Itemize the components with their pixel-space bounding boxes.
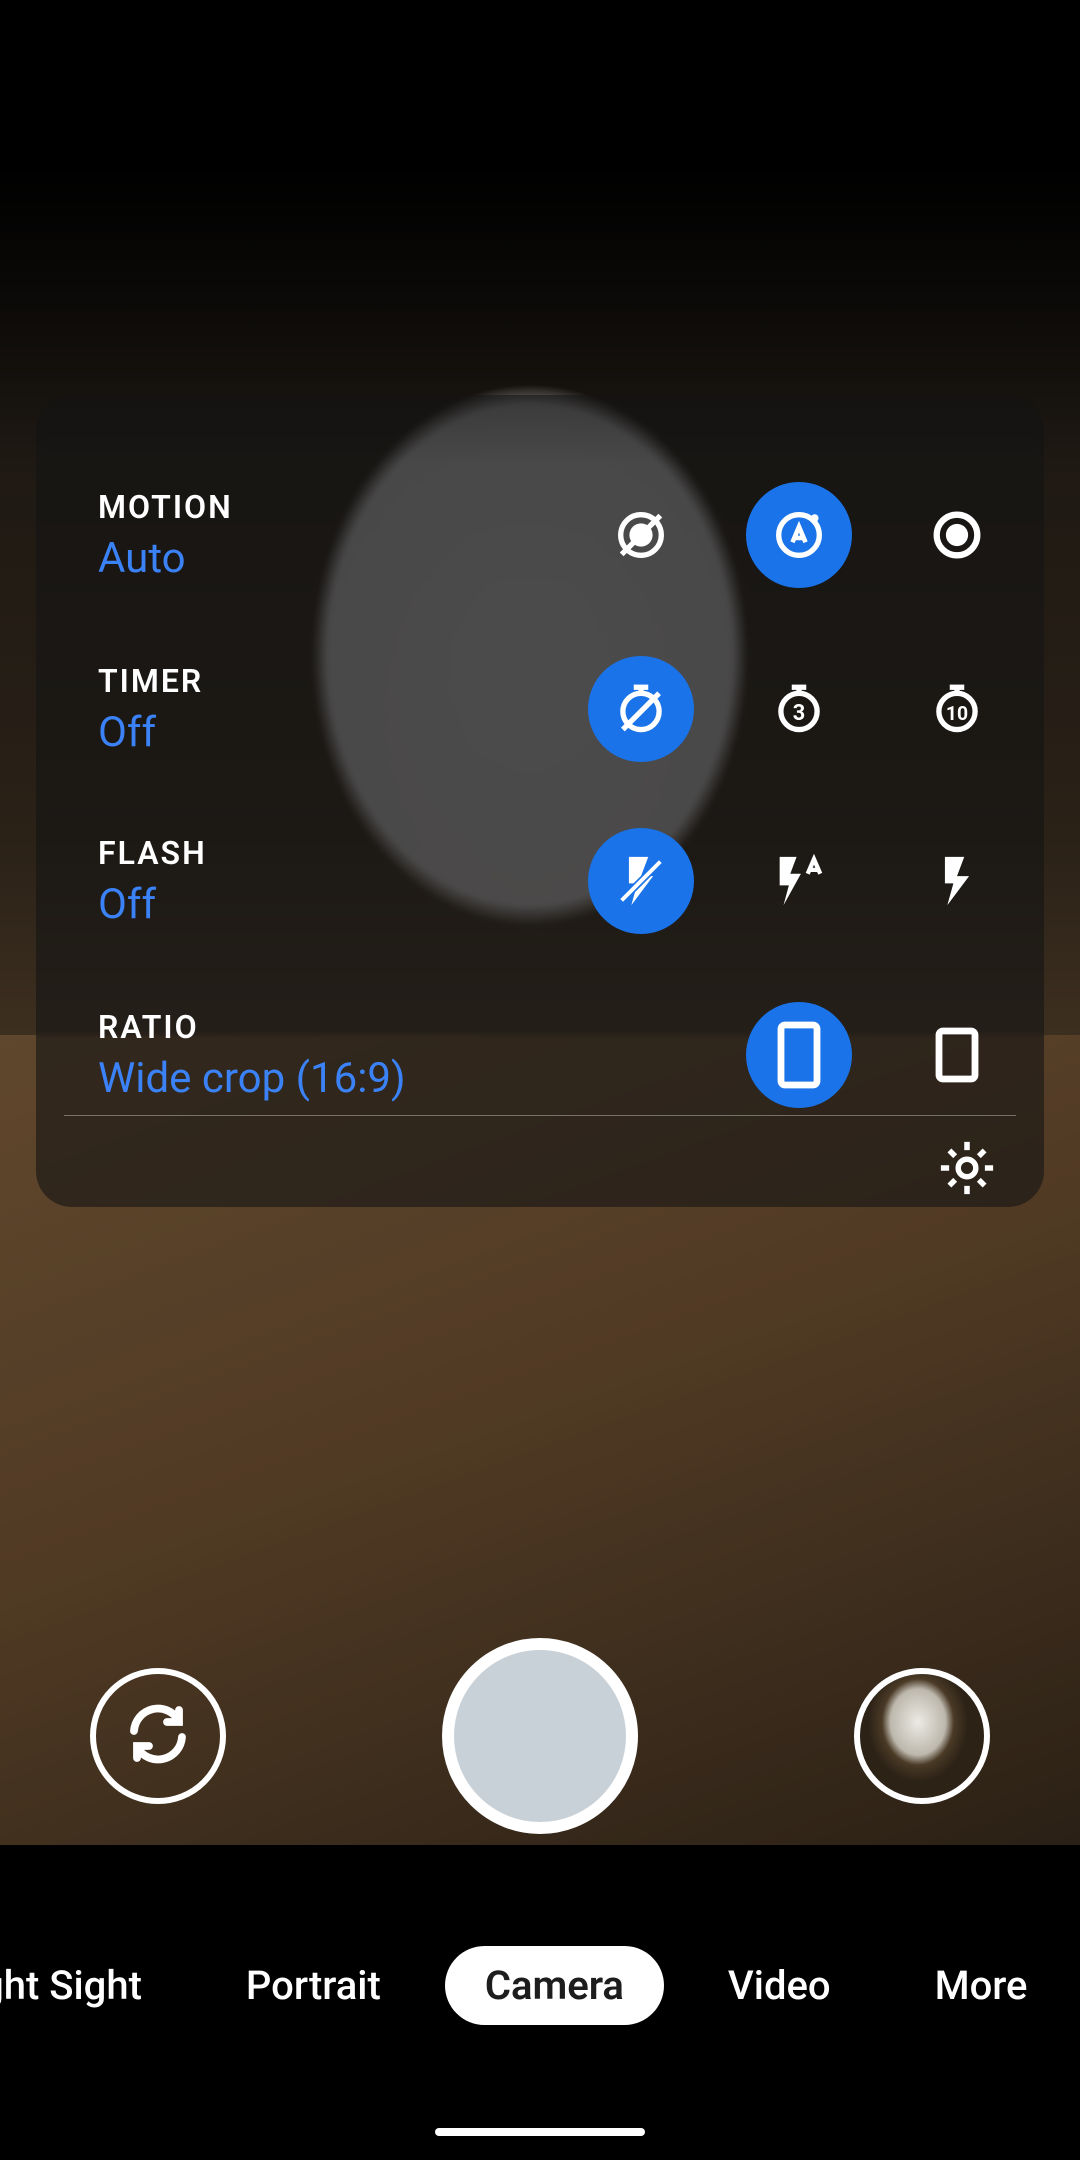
flash-off-icon xyxy=(612,852,670,910)
mode-video[interactable]: Video xyxy=(688,1946,871,2025)
flash-label: FLASH xyxy=(98,834,588,872)
gear-icon xyxy=(934,1186,1000,1205)
timer-3s-icon: 3 xyxy=(770,680,828,738)
motion-on-icon xyxy=(928,506,986,564)
timer-off-icon xyxy=(612,680,670,738)
quick-settings-panel: MOTION Auto xyxy=(36,395,1044,1207)
shutter-button[interactable] xyxy=(442,1638,638,1834)
flash-value: Off xyxy=(98,880,588,929)
motion-option-auto[interactable] xyxy=(746,482,852,588)
flash-on-icon xyxy=(928,852,986,910)
flash-option-off[interactable] xyxy=(588,828,694,934)
ratio-16-9-icon xyxy=(775,1021,823,1089)
timer-row: TIMER Off 3 xyxy=(98,623,1010,795)
nav-home-pill[interactable] xyxy=(435,2128,645,2136)
timer-label: TIMER xyxy=(98,662,588,700)
flash-option-auto[interactable] xyxy=(746,828,852,934)
svg-text:3: 3 xyxy=(793,701,805,726)
ratio-option-4-3[interactable] xyxy=(904,1002,1010,1108)
settings-button[interactable] xyxy=(934,1135,1000,1201)
gallery-thumbnail-button[interactable] xyxy=(854,1668,990,1804)
motion-auto-icon xyxy=(770,506,828,564)
motion-option-on[interactable] xyxy=(904,482,1010,588)
ratio-label: RATIO xyxy=(98,1008,746,1046)
timer-10s-icon: 10 xyxy=(928,680,986,738)
svg-text:10: 10 xyxy=(946,702,968,725)
motion-row: MOTION Auto xyxy=(98,449,1010,621)
mode-strip[interactable]: Night Sight Portrait Camera Video More xyxy=(0,1930,1080,2040)
mode-more[interactable]: More xyxy=(895,1946,1080,2025)
flash-row: FLASH Off xyxy=(98,795,1010,967)
mode-portrait[interactable]: Portrait xyxy=(206,1946,421,2025)
motion-label: MOTION xyxy=(98,488,588,526)
switch-camera-icon xyxy=(122,1698,194,1774)
timer-option-off[interactable] xyxy=(588,656,694,762)
motion-value: Auto xyxy=(98,534,588,583)
ratio-4-3-icon xyxy=(933,1021,981,1089)
mode-night-sight[interactable]: Night Sight xyxy=(0,1946,182,2025)
panel-divider xyxy=(64,1115,1016,1116)
timer-option-3s[interactable]: 3 xyxy=(746,656,852,762)
switch-camera-button[interactable] xyxy=(90,1668,226,1804)
timer-value: Off xyxy=(98,708,588,757)
motion-off-icon xyxy=(612,506,670,564)
ratio-option-16-9[interactable] xyxy=(746,1002,852,1108)
flash-auto-icon xyxy=(770,852,828,910)
mode-camera[interactable]: Camera xyxy=(445,1946,664,2025)
motion-option-off[interactable] xyxy=(588,482,694,588)
timer-option-10s[interactable]: 10 xyxy=(904,656,1010,762)
capture-controls xyxy=(0,1606,1080,1866)
system-navbar[interactable] xyxy=(0,2100,1080,2160)
flash-option-on[interactable] xyxy=(904,828,1010,934)
ratio-value: Wide crop (16:9) xyxy=(98,1054,746,1103)
